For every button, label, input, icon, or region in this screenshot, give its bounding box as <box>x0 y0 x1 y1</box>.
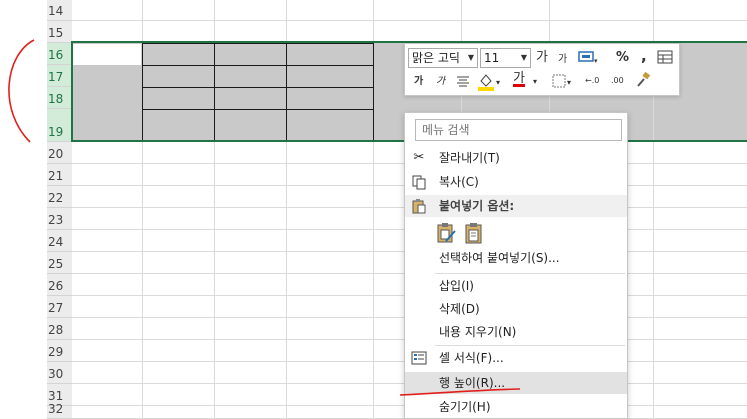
comma-style-button[interactable]: , <box>641 48 647 64</box>
menu-search-input[interactable] <box>415 119 622 141</box>
row-number: 23 <box>48 213 64 227</box>
borders-icon[interactable]: ▾ <box>552 73 574 93</box>
row-number: 20 <box>48 147 64 161</box>
fill-color-icon[interactable]: ▾ <box>477 71 503 95</box>
paste-options-header: 붙여넣기 옵션: <box>405 195 627 217</box>
row-header[interactable]: 23 <box>47 208 72 230</box>
align-center-icon[interactable] <box>455 73 471 93</box>
left-margin <box>0 0 47 419</box>
row-header[interactable]: 20 <box>47 142 72 164</box>
row-number: 29 <box>48 345 64 359</box>
menu-item-label: 복사(C) <box>439 175 479 189</box>
menu-item-label: 숨기기(H) <box>439 400 491 414</box>
paste-icon <box>411 198 427 214</box>
row-header[interactable]: 14 <box>47 0 72 21</box>
row-number: 17 <box>48 70 64 84</box>
row-number: 16 <box>48 48 64 62</box>
row-header[interactable]: 22 <box>47 186 72 208</box>
menu-item-insert[interactable]: 삽입(I) <box>405 275 627 297</box>
row-header[interactable]: 27 <box>47 296 72 318</box>
row-header[interactable]: 19 <box>47 109 72 142</box>
row-header[interactable]: 26 <box>47 274 72 296</box>
percent-style-button[interactable]: % <box>616 50 629 66</box>
menu-item-label: 삽입(I) <box>439 279 474 293</box>
menu-item-copy[interactable]: 복사(C) <box>405 171 627 193</box>
chevron-down-icon[interactable]: ▾ <box>533 74 537 90</box>
increase-decimal-button[interactable]: .00 <box>611 73 624 89</box>
menu-item-cut[interactable]: ✂ 잘라내기(T) <box>405 147 627 169</box>
row-header[interactable]: 30 <box>47 362 72 384</box>
menu-item-label: 내용 지우기(N) <box>439 325 517 339</box>
font-size-combo[interactable]: 11 ▼ <box>480 48 531 68</box>
italic-button[interactable]: 가 <box>436 74 445 90</box>
svg-text:▾: ▾ <box>594 57 598 65</box>
row-header[interactable]: 29 <box>47 340 72 362</box>
menu-item-clear-contents[interactable]: 내용 지우기(N) <box>405 321 627 343</box>
shrink-font-button[interactable]: 가 <box>558 52 567 68</box>
context-menu: ✂ 잘라내기(T) 복사(C) 붙여넣기 옵션: 선택하여 붙여넣기(S)...… <box>404 112 628 419</box>
row-number: 28 <box>48 323 64 337</box>
row-number: 25 <box>48 257 64 271</box>
mini-toolbar: 맑은 고딕 ▼ 11 ▼ 가 가 ▾ % , 가 가 ▾ 가 ▾ ▾ ←.0 .… <box>404 43 680 96</box>
scissors-icon: ✂ <box>413 150 425 165</box>
menu-item-label: 선택하여 붙여넣기(S)... <box>439 251 560 265</box>
copy-icon <box>411 174 427 190</box>
menu-item-label: 행 높이(R)... <box>439 376 506 390</box>
menu-separator <box>435 345 625 346</box>
paste-icon[interactable] <box>463 221 485 245</box>
font-name-combo[interactable]: 맑은 고딕 ▼ <box>408 48 478 68</box>
row-number: 31 <box>48 389 64 403</box>
accounting-format-icon[interactable]: ▾ <box>577 49 599 69</box>
row-header[interactable]: 18 <box>47 87 72 109</box>
row-header[interactable]: 24 <box>47 230 72 252</box>
format-table-icon[interactable] <box>657 49 673 69</box>
grow-font-button[interactable]: 가 <box>536 50 548 66</box>
row-header[interactable]: 25 <box>47 252 72 274</box>
row-header[interactable]: 15 <box>47 21 72 43</box>
row-number: 24 <box>48 235 64 249</box>
menu-item-label: 삭제(D) <box>439 302 480 316</box>
row-header[interactable]: 16 <box>47 43 72 65</box>
row-number: 32 <box>48 402 64 416</box>
svg-text:▾: ▾ <box>496 78 500 87</box>
row-number: 27 <box>48 301 64 315</box>
row-header[interactable]: 28 <box>47 318 72 340</box>
bold-button[interactable]: 가 <box>414 74 423 90</box>
format-painter-icon[interactable] <box>634 71 652 93</box>
menu-item-paste-special[interactable]: 선택하여 붙여넣기(S)... <box>405 247 627 269</box>
gridline <box>72 20 747 21</box>
paste-formatting-icon[interactable] <box>436 221 458 245</box>
chevron-down-icon: ▼ <box>467 53 474 62</box>
row-number: 26 <box>48 279 64 293</box>
font-size-value: 11 <box>484 51 500 65</box>
svg-text:▾: ▾ <box>567 78 571 87</box>
font-name-value: 맑은 고딕 <box>412 51 460 65</box>
font-color-button[interactable]: 가 <box>513 71 525 87</box>
row-header[interactable]: 17 <box>47 65 72 87</box>
format-cells-icon <box>411 350 427 366</box>
menu-item-label: 셀 서식(F)... <box>439 351 504 365</box>
row-header[interactable]: 21 <box>47 164 72 186</box>
menu-item-label: 잘라내기(T) <box>439 151 500 165</box>
row-number: 19 <box>48 125 64 139</box>
menu-item-format-cells[interactable]: 셀 서식(F)... <box>405 347 627 369</box>
menu-item-hide[interactable]: 숨기기(H) <box>405 396 627 418</box>
row-number: 15 <box>48 26 64 40</box>
menu-item-row-height[interactable]: 행 높이(R)... <box>405 372 627 394</box>
menu-item-label: 붙여넣기 옵션: <box>439 199 515 213</box>
row-number: 30 <box>48 367 64 381</box>
row-number: 22 <box>48 191 64 205</box>
row-number: 18 <box>48 92 64 106</box>
menu-item-delete[interactable]: 삭제(D) <box>405 298 627 320</box>
row-number: 14 <box>48 4 64 18</box>
decrease-decimal-button[interactable]: ←.0 <box>585 73 599 89</box>
row-number: 21 <box>48 169 64 183</box>
row-header[interactable]: 32 <box>47 402 72 419</box>
menu-separator <box>435 273 625 274</box>
chevron-down-icon: ▼ <box>520 53 527 62</box>
